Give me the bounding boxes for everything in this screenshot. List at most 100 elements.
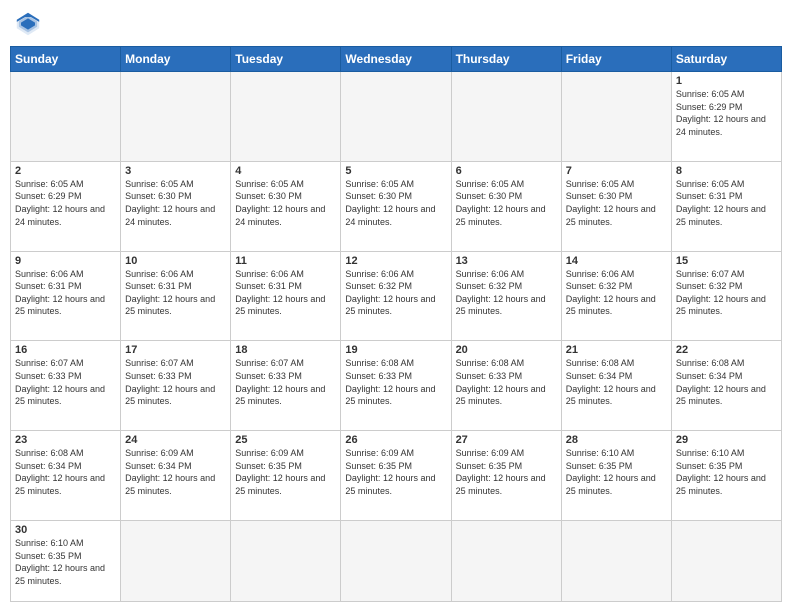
calendar-header-row: SundayMondayTuesdayWednesdayThursdayFrid… (11, 47, 782, 72)
day-number: 17 (125, 344, 226, 356)
day-info: Sunrise: 6:06 AM Sunset: 6:32 PM Dayligh… (456, 268, 557, 318)
calendar-cell: 11Sunrise: 6:06 AM Sunset: 6:31 PM Dayli… (231, 251, 341, 341)
calendar-cell: 30Sunrise: 6:10 AM Sunset: 6:35 PM Dayli… (11, 520, 121, 601)
day-header-sunday: Sunday (11, 47, 121, 72)
calendar-cell: 24Sunrise: 6:09 AM Sunset: 6:34 PM Dayli… (121, 431, 231, 521)
calendar-cell (231, 72, 341, 162)
day-number: 15 (676, 255, 777, 267)
day-number: 28 (566, 434, 667, 446)
day-info: Sunrise: 6:05 AM Sunset: 6:30 PM Dayligh… (235, 178, 336, 228)
day-info: Sunrise: 6:06 AM Sunset: 6:32 PM Dayligh… (345, 268, 446, 318)
page: SundayMondayTuesdayWednesdayThursdayFrid… (0, 0, 792, 612)
day-number: 27 (456, 434, 557, 446)
calendar-cell: 1Sunrise: 6:05 AM Sunset: 6:29 PM Daylig… (671, 72, 781, 162)
day-info: Sunrise: 6:08 AM Sunset: 6:33 PM Dayligh… (456, 357, 557, 407)
day-info: Sunrise: 6:05 AM Sunset: 6:30 PM Dayligh… (566, 178, 667, 228)
logo-icon (14, 10, 42, 38)
day-number: 8 (676, 165, 777, 177)
calendar-cell (341, 520, 451, 601)
calendar-week-2: 9Sunrise: 6:06 AM Sunset: 6:31 PM Daylig… (11, 251, 782, 341)
calendar: SundayMondayTuesdayWednesdayThursdayFrid… (10, 46, 782, 602)
day-number: 29 (676, 434, 777, 446)
day-number: 14 (566, 255, 667, 267)
day-number: 1 (676, 75, 777, 87)
calendar-cell (451, 520, 561, 601)
day-number: 21 (566, 344, 667, 356)
day-info: Sunrise: 6:06 AM Sunset: 6:32 PM Dayligh… (566, 268, 667, 318)
calendar-cell (671, 520, 781, 601)
day-info: Sunrise: 6:08 AM Sunset: 6:34 PM Dayligh… (676, 357, 777, 407)
calendar-week-0: 1Sunrise: 6:05 AM Sunset: 6:29 PM Daylig… (11, 72, 782, 162)
calendar-cell: 10Sunrise: 6:06 AM Sunset: 6:31 PM Dayli… (121, 251, 231, 341)
header (10, 10, 782, 38)
day-info: Sunrise: 6:10 AM Sunset: 6:35 PM Dayligh… (15, 537, 116, 587)
calendar-cell (561, 72, 671, 162)
day-info: Sunrise: 6:05 AM Sunset: 6:29 PM Dayligh… (15, 178, 116, 228)
day-info: Sunrise: 6:05 AM Sunset: 6:30 PM Dayligh… (125, 178, 226, 228)
calendar-cell: 18Sunrise: 6:07 AM Sunset: 6:33 PM Dayli… (231, 341, 341, 431)
calendar-cell: 17Sunrise: 6:07 AM Sunset: 6:33 PM Dayli… (121, 341, 231, 431)
calendar-cell: 7Sunrise: 6:05 AM Sunset: 6:30 PM Daylig… (561, 161, 671, 251)
calendar-cell: 13Sunrise: 6:06 AM Sunset: 6:32 PM Dayli… (451, 251, 561, 341)
calendar-cell: 20Sunrise: 6:08 AM Sunset: 6:33 PM Dayli… (451, 341, 561, 431)
day-info: Sunrise: 6:07 AM Sunset: 6:33 PM Dayligh… (235, 357, 336, 407)
calendar-cell: 6Sunrise: 6:05 AM Sunset: 6:30 PM Daylig… (451, 161, 561, 251)
day-info: Sunrise: 6:10 AM Sunset: 6:35 PM Dayligh… (566, 447, 667, 497)
day-header-tuesday: Tuesday (231, 47, 341, 72)
day-info: Sunrise: 6:09 AM Sunset: 6:35 PM Dayligh… (235, 447, 336, 497)
calendar-cell: 29Sunrise: 6:10 AM Sunset: 6:35 PM Dayli… (671, 431, 781, 521)
day-info: Sunrise: 6:07 AM Sunset: 6:33 PM Dayligh… (125, 357, 226, 407)
day-info: Sunrise: 6:05 AM Sunset: 6:30 PM Dayligh… (345, 178, 446, 228)
day-number: 13 (456, 255, 557, 267)
day-number: 11 (235, 255, 336, 267)
calendar-cell (121, 72, 231, 162)
day-number: 4 (235, 165, 336, 177)
day-info: Sunrise: 6:05 AM Sunset: 6:29 PM Dayligh… (676, 88, 777, 138)
day-info: Sunrise: 6:08 AM Sunset: 6:34 PM Dayligh… (15, 447, 116, 497)
calendar-week-4: 23Sunrise: 6:08 AM Sunset: 6:34 PM Dayli… (11, 431, 782, 521)
calendar-cell (11, 72, 121, 162)
day-info: Sunrise: 6:06 AM Sunset: 6:31 PM Dayligh… (235, 268, 336, 318)
day-info: Sunrise: 6:09 AM Sunset: 6:35 PM Dayligh… (456, 447, 557, 497)
day-info: Sunrise: 6:05 AM Sunset: 6:31 PM Dayligh… (676, 178, 777, 228)
day-header-friday: Friday (561, 47, 671, 72)
calendar-cell: 8Sunrise: 6:05 AM Sunset: 6:31 PM Daylig… (671, 161, 781, 251)
day-number: 10 (125, 255, 226, 267)
day-info: Sunrise: 6:06 AM Sunset: 6:31 PM Dayligh… (15, 268, 116, 318)
calendar-cell: 16Sunrise: 6:07 AM Sunset: 6:33 PM Dayli… (11, 341, 121, 431)
day-number: 6 (456, 165, 557, 177)
day-header-wednesday: Wednesday (341, 47, 451, 72)
day-info: Sunrise: 6:05 AM Sunset: 6:30 PM Dayligh… (456, 178, 557, 228)
calendar-cell: 9Sunrise: 6:06 AM Sunset: 6:31 PM Daylig… (11, 251, 121, 341)
day-number: 2 (15, 165, 116, 177)
calendar-week-3: 16Sunrise: 6:07 AM Sunset: 6:33 PM Dayli… (11, 341, 782, 431)
day-number: 23 (15, 434, 116, 446)
day-info: Sunrise: 6:06 AM Sunset: 6:31 PM Dayligh… (125, 268, 226, 318)
day-number: 18 (235, 344, 336, 356)
calendar-cell (231, 520, 341, 601)
calendar-cell: 19Sunrise: 6:08 AM Sunset: 6:33 PM Dayli… (341, 341, 451, 431)
day-number: 9 (15, 255, 116, 267)
calendar-cell (561, 520, 671, 601)
day-number: 19 (345, 344, 446, 356)
calendar-cell: 27Sunrise: 6:09 AM Sunset: 6:35 PM Dayli… (451, 431, 561, 521)
day-info: Sunrise: 6:08 AM Sunset: 6:34 PM Dayligh… (566, 357, 667, 407)
day-number: 7 (566, 165, 667, 177)
calendar-cell: 28Sunrise: 6:10 AM Sunset: 6:35 PM Dayli… (561, 431, 671, 521)
day-number: 3 (125, 165, 226, 177)
day-number: 25 (235, 434, 336, 446)
calendar-cell (451, 72, 561, 162)
day-number: 22 (676, 344, 777, 356)
day-number: 24 (125, 434, 226, 446)
day-number: 26 (345, 434, 446, 446)
day-info: Sunrise: 6:10 AM Sunset: 6:35 PM Dayligh… (676, 447, 777, 497)
calendar-cell: 5Sunrise: 6:05 AM Sunset: 6:30 PM Daylig… (341, 161, 451, 251)
logo (14, 10, 46, 38)
day-number: 12 (345, 255, 446, 267)
calendar-cell (341, 72, 451, 162)
day-info: Sunrise: 6:08 AM Sunset: 6:33 PM Dayligh… (345, 357, 446, 407)
calendar-week-5: 30Sunrise: 6:10 AM Sunset: 6:35 PM Dayli… (11, 520, 782, 601)
day-info: Sunrise: 6:07 AM Sunset: 6:33 PM Dayligh… (15, 357, 116, 407)
day-info: Sunrise: 6:07 AM Sunset: 6:32 PM Dayligh… (676, 268, 777, 318)
day-info: Sunrise: 6:09 AM Sunset: 6:34 PM Dayligh… (125, 447, 226, 497)
